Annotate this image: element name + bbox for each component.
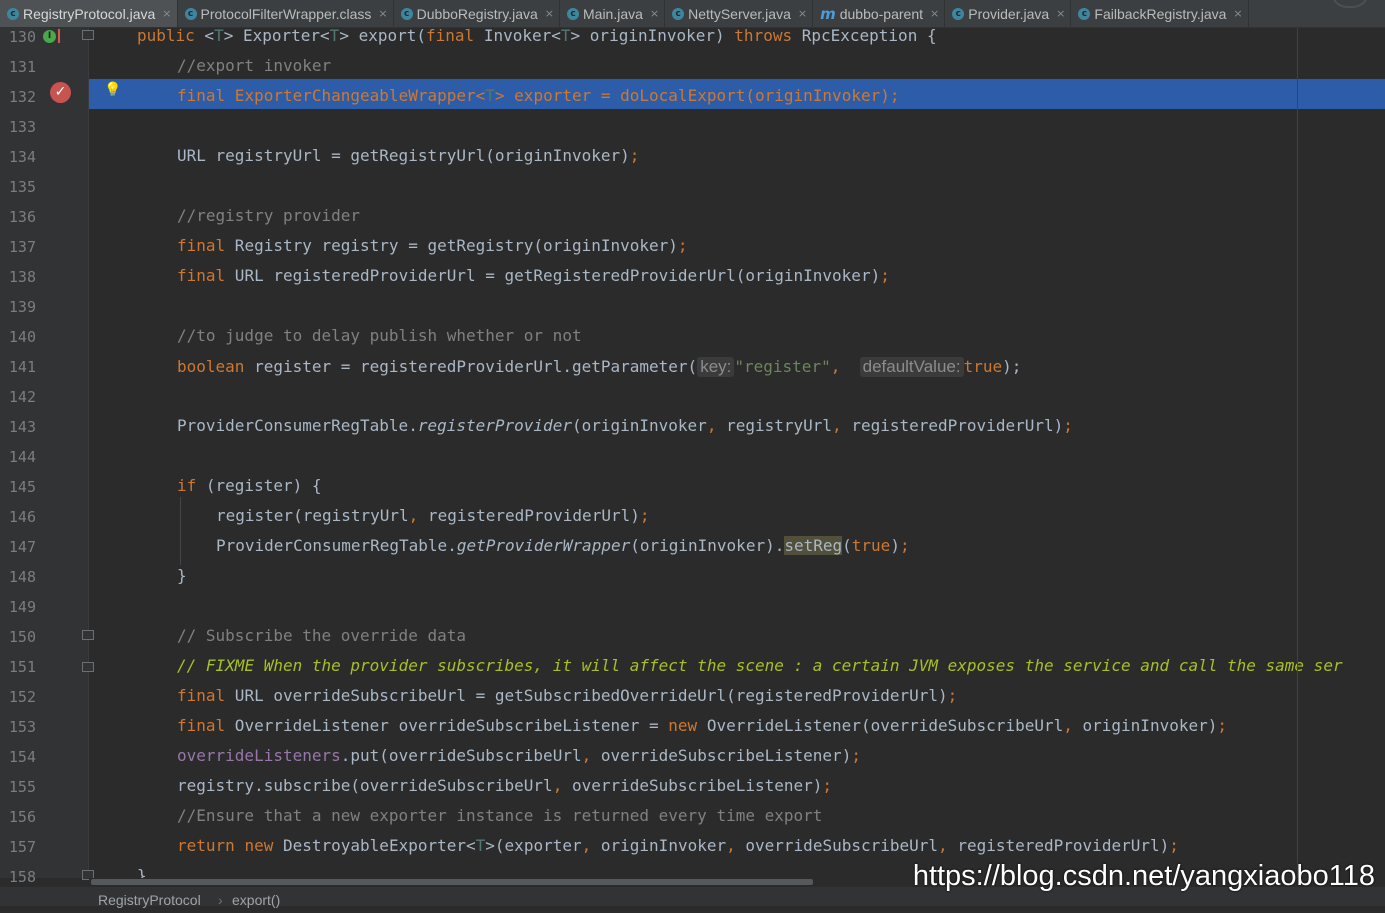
code-line-130: public <T> Exporter<T> export(final Invo… — [137, 28, 937, 45]
avatar — [1331, 0, 1369, 8]
line-number-gutter[interactable]: 130 131 132 133 134 135 136 137 138 139 … — [0, 28, 88, 886]
tab-main[interactable]: c Main.java × — [560, 0, 666, 27]
code-line-153: final OverrideListener overrideSubscribe… — [177, 716, 1228, 735]
line-number: 141 — [8, 358, 36, 376]
code-line-154: overrideListeners.put(overrideSubscribeU… — [177, 746, 861, 765]
code-line-143: ProviderConsumerRegTable.registerProvide… — [177, 416, 1073, 435]
lightbulb-icon[interactable]: 💡 — [104, 82, 121, 98]
line-number: 137 — [8, 238, 36, 256]
code-line-147: ProviderConsumerRegTable.getProviderWrap… — [216, 536, 910, 555]
line-number: 147 — [8, 538, 36, 556]
line-number: 135 — [8, 178, 36, 196]
line-number: 155 — [8, 778, 36, 796]
tab-failbackregistry[interactable]: c FailbackRegistry.java × — [1071, 0, 1249, 27]
code-line-151: // FIXME When the provider subscribes, i… — [177, 656, 1343, 675]
code-line-148: } — [177, 566, 187, 585]
close-icon[interactable]: × — [650, 7, 659, 20]
editor-tab-bar: c RegistryProtocol.java × c ProtocolFilt… — [0, 0, 1385, 28]
class-icon: c — [672, 7, 685, 20]
line-number: 142 — [8, 388, 36, 406]
breadcrumb-separator: › — [218, 892, 223, 908]
code-line-140: //to judge to delay publish whether or n… — [177, 326, 582, 345]
tab-nettyserver[interactable]: c NettyServer.java × — [665, 0, 814, 27]
code-line-136: //registry provider — [177, 206, 361, 225]
tab-label: FailbackRegistry.java — [1094, 5, 1227, 22]
tab-label: RegistryProtocol.java — [23, 5, 156, 22]
parameter-hint: key: — [697, 357, 735, 377]
line-number: 138 — [8, 268, 36, 286]
code-line-152: final URL overrideSubscribeUrl = getSubs… — [177, 686, 958, 705]
code-line-138: final URL registeredProviderUrl = getReg… — [177, 266, 890, 285]
breadcrumb-method[interactable]: export() — [232, 887, 280, 913]
tab-label: Main.java — [583, 5, 643, 22]
code-line-146: register(registryUrl, registeredProvider… — [216, 506, 650, 525]
line-number: 157 — [8, 838, 36, 856]
tab-label: dubbo-parent — [839, 5, 924, 22]
class-icon: c — [567, 7, 579, 20]
line-number: 151 — [8, 658, 36, 676]
implements-icon[interactable]: I — [43, 30, 56, 43]
close-icon[interactable]: × — [545, 7, 554, 20]
class-icon: c — [952, 7, 965, 20]
tab-label: DubboRegistry.java — [416, 5, 538, 22]
close-icon[interactable]: × — [162, 7, 171, 20]
code-editor[interactable]: public <T> Exporter<T> export(final Invo… — [89, 28, 1385, 878]
tab-protocolfilterwrapper[interactable]: c ProtocolFilterWrapper.class × — [178, 0, 394, 27]
code-line-137: final Registry registry = getRegistry(or… — [177, 236, 688, 255]
line-number: 145 — [8, 478, 36, 496]
code-line-155: registry.subscribe(overrideSubscribeUrl,… — [177, 776, 833, 795]
line-number: 136 — [8, 208, 36, 226]
tab-label: Provider.java — [968, 5, 1050, 22]
close-icon[interactable]: × — [798, 7, 807, 20]
breakpoint-icon[interactable]: ✓ — [50, 82, 71, 103]
line-number: 156 — [8, 808, 36, 826]
class-icon: c — [1078, 7, 1091, 20]
line-number: 148 — [8, 568, 36, 586]
code-line-156: //Ensure that a new exporter instance is… — [177, 806, 823, 825]
close-icon[interactable]: × — [1056, 7, 1065, 20]
line-number: 133 — [8, 118, 36, 136]
code-line-150: // Subscribe the override data — [177, 626, 466, 645]
right-margin-guide — [1297, 28, 1298, 878]
class-icon: c — [7, 7, 19, 20]
line-number: 152 — [8, 688, 36, 706]
line-number: 139 — [8, 298, 36, 316]
override-marker-icon — [58, 29, 60, 43]
tab-label: NettyServer.java — [688, 5, 791, 22]
close-icon[interactable]: × — [930, 7, 939, 20]
line-number: 132 — [8, 88, 36, 106]
maven-icon: m — [820, 4, 836, 23]
tab-dubbo-parent[interactable]: m dubbo-parent × — [813, 0, 946, 27]
line-number: 153 — [8, 718, 36, 736]
line-number: 154 — [8, 748, 36, 766]
close-icon[interactable]: × — [1233, 7, 1242, 20]
line-number: 146 — [8, 508, 36, 526]
indent-guide — [180, 497, 181, 565]
tab-provider[interactable]: c Provider.java × — [945, 0, 1072, 27]
line-number: 144 — [8, 448, 36, 466]
line-number: 150 — [8, 628, 36, 646]
tab-label: ProtocolFilterWrapper.class — [200, 5, 372, 22]
line-number: 143 — [8, 418, 36, 436]
line-number: 131 — [8, 58, 36, 76]
code-line-145: if (register) { — [177, 476, 322, 495]
scrollbar-thumb[interactable] — [91, 879, 813, 885]
tab-registryprotocol[interactable]: c RegistryProtocol.java × — [0, 0, 178, 27]
line-number: 140 — [8, 328, 36, 346]
code-line-132: final ExporterChangeableWrapper<T> expor… — [89, 79, 1385, 109]
class-icon: c — [400, 7, 413, 20]
line-number: 149 — [8, 598, 36, 616]
line-number: 130 — [8, 28, 36, 46]
parameter-hint: defaultValue: — [859, 357, 964, 377]
breadcrumb-class[interactable]: RegistryProtocol — [98, 887, 201, 913]
code-line-134: URL registryUrl = getRegistryUrl(originI… — [177, 146, 640, 165]
class-icon: c — [184, 7, 197, 20]
watermark: https://blog.csdn.net/yangxiaobo118 — [912, 860, 1375, 892]
line-number: 134 — [8, 148, 36, 166]
tab-dubboregistry[interactable]: c DubboRegistry.java × — [394, 0, 560, 27]
code-line-141: boolean register = registeredProviderUrl… — [177, 357, 1022, 377]
close-icon[interactable]: × — [378, 7, 387, 20]
